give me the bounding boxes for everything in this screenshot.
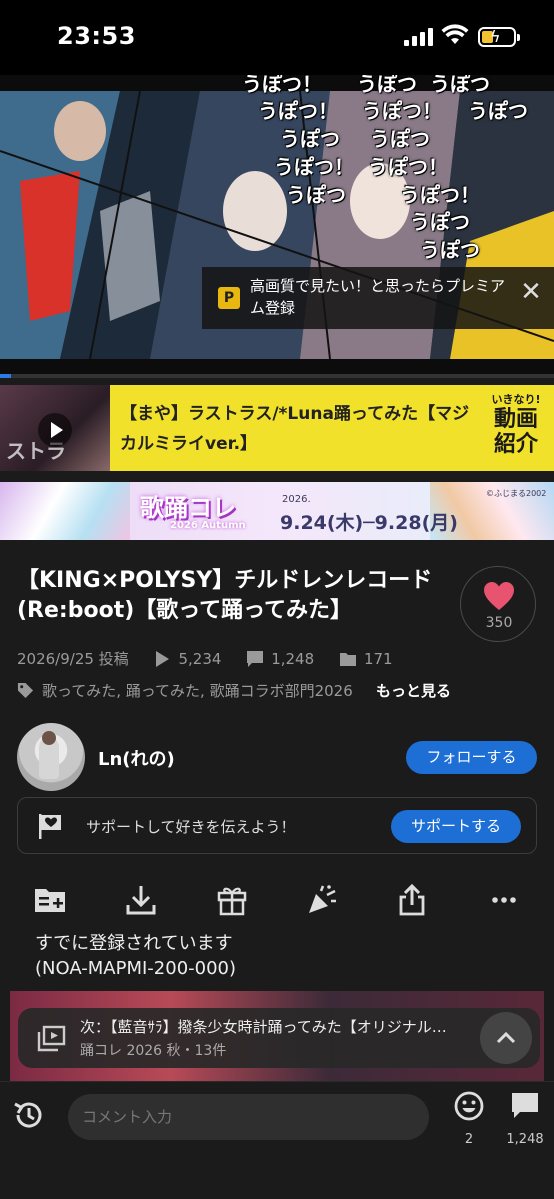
flag-heart-icon [39, 814, 61, 839]
banner-tag: いきなり! 動画 紹介 [482, 391, 550, 457]
author-name[interactable]: Ln(れの) [98, 745, 175, 771]
more-options-button[interactable] [482, 878, 526, 922]
support-panel: サポートして好きを伝えよう！ サポートする [17, 797, 537, 854]
status-bar: 23:53 ϟ [0, 0, 554, 75]
video-stats: 2026/9/25 投稿 5,234 1,248 171 [17, 648, 393, 670]
party-popper-icon [309, 885, 336, 913]
tags-text: 歌ってみた, 踊ってみた, 歌踊コラボ部門2026 [42, 682, 353, 700]
banner-tag-line2: 紹介 [493, 432, 538, 457]
reaction-button[interactable]: 2 [450, 1090, 488, 1147]
event-logo-sub: 2026 Autumn [170, 520, 246, 531]
comment-icon [512, 1093, 538, 1118]
video-title: 【KING×POLYSY】チルドレンレコード(Re:boot)【歌って踊ってみた… [17, 568, 433, 623]
danmaku-comment: うぽつ [410, 210, 470, 234]
danmaku-comment: うぽつ！ [368, 155, 448, 179]
danmaku-comment: うぽつ [420, 238, 480, 262]
danmaku-comment: うぽつ [370, 127, 430, 151]
clock: 23:53 [57, 22, 136, 50]
add-to-mylist-button[interactable] [28, 878, 72, 922]
comment-bar: コメント入力 2 1,248 [0, 1081, 554, 1199]
reaction-count: 2 [464, 1132, 474, 1147]
premium-prompt-text: 高画質で見たい！と思ったらプレミアム登録 [250, 277, 506, 317]
download-button[interactable] [119, 878, 163, 922]
more-icon [492, 897, 516, 903]
support-message: サポートして好きを伝えよう！ [86, 818, 296, 836]
support-button[interactable]: サポートする [391, 810, 521, 843]
video-player[interactable]: うぽつ！ うぽつ うぽつ うぽつ！ うぽつ！ うぽつ うぽつ うぽつ うぽつ！ … [0, 75, 554, 375]
comment-count-bottom: 1,248 [506, 1132, 544, 1147]
premium-icon: P [218, 287, 240, 309]
folder-add-icon [35, 889, 65, 912]
event-banner[interactable]: 歌踊コレ 2026 Autumn 2026. 9.24(木)─9.28(月) ©… [0, 482, 554, 540]
status-message-line1: すでに登録されています [35, 933, 233, 954]
danmaku-comment: うぽつ [280, 127, 340, 151]
share-icon [399, 883, 425, 916]
next-video-bar[interactable]: 次：【藍音ｻﾗ】撥条少女時計踊ってみた【オリジナル… 踊コレ 2026 秋・13… [18, 1008, 540, 1068]
banner-art-left [0, 482, 130, 540]
download-icon [126, 886, 156, 915]
smiley-icon [454, 1091, 484, 1121]
avatar[interactable] [17, 723, 85, 791]
danmaku-comment: うぽつ！ [362, 99, 442, 123]
next-video-series: 踊コレ 2026 秋・13件 [80, 1043, 227, 1059]
status-message-line2: (NOA-MAPMI-200-000) [35, 958, 237, 979]
like-count: 350 [485, 615, 513, 631]
danmaku-comment: うぽつ！ [274, 155, 354, 179]
show-more-tags-link[interactable]: もっと見る [370, 680, 452, 702]
share-button[interactable] [390, 878, 434, 922]
danmaku-comment: うぽつ [430, 75, 490, 96]
comment-count: 1,248 [271, 649, 315, 668]
event-dates: 9.24(木)─9.28(月) [280, 512, 458, 534]
gift-icon [217, 887, 247, 916]
gift-button[interactable] [210, 878, 254, 922]
comment-input[interactable]: コメント入力 [68, 1094, 429, 1140]
comments-button[interactable]: 1,248 [502, 1090, 548, 1147]
signal-icon [404, 28, 434, 46]
danmaku-comment: うぽつ！ [242, 75, 322, 96]
tag-icon [17, 682, 34, 699]
follow-button[interactable]: フォローする [406, 741, 537, 774]
danmaku-comment: うぽつ！ [400, 183, 480, 207]
danmaku-comment: うぽつ [468, 99, 528, 123]
event-year: 2026. [282, 494, 311, 505]
danmaku-comment: うぽつ！ [258, 99, 338, 123]
like-button[interactable]: 350 [460, 566, 536, 642]
folder-icon [339, 650, 357, 668]
action-bar [0, 878, 554, 922]
playback-progress[interactable] [0, 374, 554, 378]
mylist-count: 171 [363, 649, 393, 668]
play-icon [38, 413, 72, 447]
expand-button[interactable] [480, 1012, 532, 1064]
battery-icon: ϟ [478, 27, 520, 47]
heart-icon [484, 582, 514, 610]
danmaku-comment: うぽつ [357, 75, 417, 96]
close-icon[interactable]: ✕ [518, 279, 544, 305]
banner-thumbnail: ストラ [0, 385, 110, 471]
premium-prompt[interactable]: P 高画質で見たい！と思ったらプレミアム登録 ✕ [202, 267, 554, 329]
danmaku-comment: うぽつ [286, 183, 346, 207]
event-logo: 歌踊コレ [140, 494, 236, 522]
post-date: 2026/9/25 投稿 [17, 650, 129, 668]
view-count: 5,234 [178, 649, 222, 668]
banner-tag-small: いきなり! [491, 393, 541, 406]
comment-icon [246, 650, 264, 668]
history-icon[interactable] [12, 1098, 46, 1132]
play-icon [153, 650, 171, 668]
cheer-button[interactable] [300, 878, 344, 922]
event-credit: ©ふじまる2002 [486, 489, 547, 498]
banner-tag-line1: 動画 [493, 407, 538, 432]
banner-title: 【まや】ラストラス/*Luna踊ってみた【マジカルミライver.】 [120, 404, 470, 454]
chevron-up-icon [496, 1031, 516, 1044]
featured-video-banner[interactable]: ストラ 【まや】ラストラス/*Luna踊ってみた【マジカルミライver.】 いき… [0, 385, 554, 471]
next-video-title: 次：【藍音ｻﾗ】撥条少女時計踊ってみた【オリジナル… [80, 1018, 447, 1036]
playlist-icon [37, 1025, 66, 1052]
status-message: すでに登録されています (NOA-MAPMI-200-000) [35, 931, 236, 981]
progress-fill [0, 374, 12, 378]
wifi-icon [441, 24, 469, 44]
